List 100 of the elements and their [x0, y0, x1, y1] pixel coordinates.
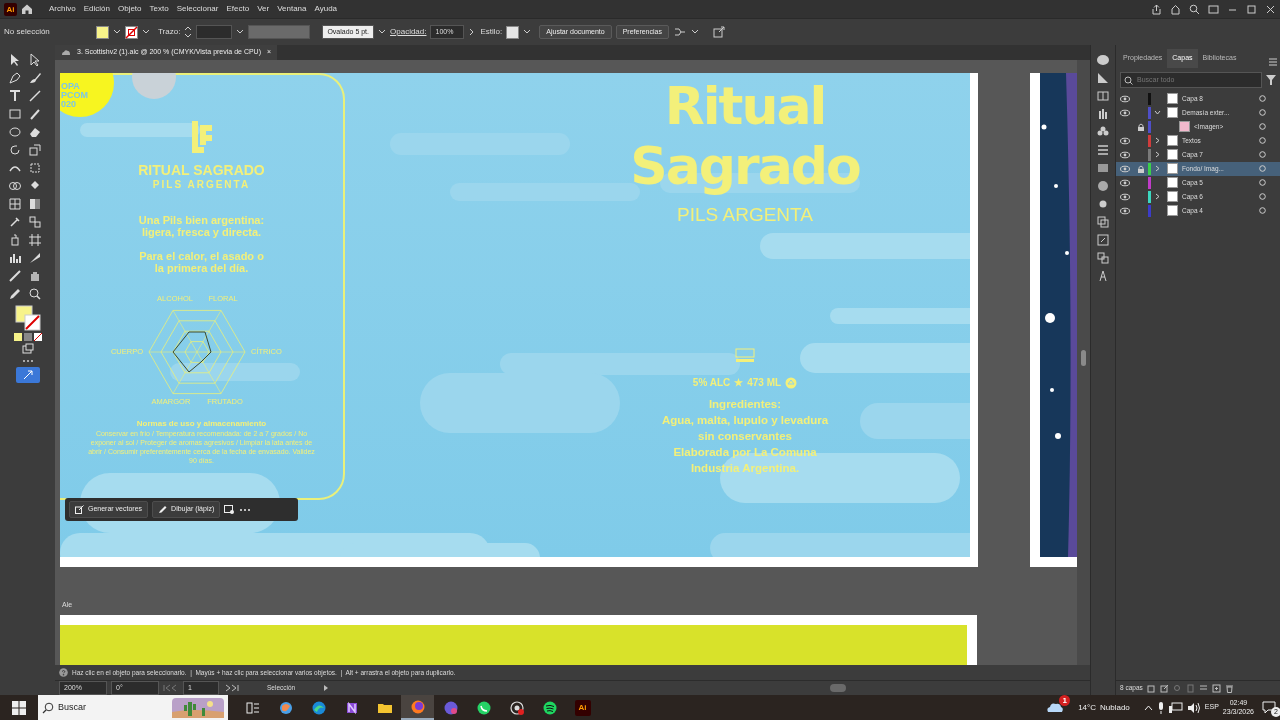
color-mode-icon[interactable]: [13, 333, 22, 341]
eye-icon[interactable]: [1120, 94, 1130, 103]
eye-icon[interactable]: [1120, 192, 1130, 201]
hollow-arrow-icon[interactable]: [27, 53, 42, 67]
eye-icon[interactable]: [1120, 150, 1130, 159]
eye-icon[interactable]: [1120, 206, 1130, 215]
caret-icon[interactable]: [523, 28, 532, 36]
share-icon[interactable]: [1151, 3, 1162, 15]
new-layer-icon[interactable]: [1211, 683, 1221, 693]
workspace-icon[interactable]: [1208, 3, 1219, 15]
link-icon[interactable]: [1096, 233, 1110, 247]
menu-item[interactable]: Edición: [79, 3, 114, 15]
pencil-icon[interactable]: [7, 287, 22, 301]
eraser-icon[interactable]: [27, 125, 42, 139]
menu-item[interactable]: Ventana: [273, 3, 311, 15]
rectangle-icon[interactable]: [7, 107, 22, 121]
blend-icon[interactable]: [27, 215, 42, 229]
shape-icon[interactable]: [1170, 3, 1181, 15]
brush-icon[interactable]: [27, 71, 42, 85]
menu-item[interactable]: Archivo: [45, 3, 80, 15]
fill-stroke-swatch[interactable]: [14, 305, 41, 331]
more-icon[interactable]: [20, 359, 35, 363]
caret-icon[interactable]: [690, 28, 699, 36]
maximize-icon[interactable]: [1246, 3, 1257, 15]
stroke-field[interactable]: [196, 25, 233, 39]
chart-icon[interactable]: [7, 251, 22, 265]
lock-icon[interactable]: [1137, 164, 1145, 173]
stroke-swatch[interactable]: [125, 25, 138, 39]
text-icon[interactable]: [7, 89, 22, 103]
artboard-icon[interactable]: [27, 233, 42, 247]
horizontal-scroll-thumb[interactable]: [830, 684, 846, 692]
caret-icon[interactable]: [142, 28, 150, 36]
search-icon[interactable]: [1189, 3, 1200, 15]
menu-item[interactable]: Ayuda: [310, 3, 342, 15]
notification-icon[interactable]: [1262, 701, 1276, 714]
taskbar-search-field[interactable]: Buscar: [38, 695, 228, 720]
more-icon[interactable]: [239, 507, 252, 512]
gradient-swatch-icon[interactable]: [1096, 161, 1110, 175]
speaker-icon[interactable]: [1186, 701, 1201, 714]
trash-icon[interactable]: [1224, 683, 1234, 693]
variable-width-field[interactable]: [248, 25, 311, 39]
none-mode-icon[interactable]: [33, 333, 42, 341]
lines-icon[interactable]: [1096, 143, 1110, 157]
palette-icon[interactable]: [1096, 53, 1110, 67]
menu-item[interactable]: Efecto: [222, 3, 254, 15]
align-icon[interactable]: [672, 26, 687, 38]
collect-icon[interactable]: [1146, 683, 1156, 693]
menu-item[interactable]: Texto: [145, 3, 173, 15]
export-icon[interactable]: [712, 26, 725, 38]
caret-icon[interactable]: [113, 28, 121, 36]
fill-swatch[interactable]: [96, 25, 109, 39]
zoom-icon[interactable]: [27, 287, 42, 301]
sphere-icon[interactable]: [1096, 179, 1110, 193]
knife-icon[interactable]: [7, 269, 22, 283]
draw-mode-icon[interactable]: [21, 343, 34, 355]
caret-icon[interactable]: [236, 28, 245, 36]
scrollbar-thumb[interactable]: [1081, 350, 1086, 366]
network-icon[interactable]: [1168, 701, 1183, 714]
lock-icon[interactable]: [1137, 122, 1145, 131]
blob-icon[interactable]: [7, 125, 22, 139]
paintbrush-icon[interactable]: [27, 107, 42, 121]
close-icon[interactable]: [1265, 3, 1276, 15]
layers-icon[interactable]: [1096, 215, 1110, 229]
eye-icon[interactable]: [1120, 178, 1130, 187]
style-swatch[interactable]: [506, 25, 520, 39]
scale-icon[interactable]: [27, 143, 42, 157]
gradient-icon[interactable]: [1096, 71, 1110, 85]
menu-item[interactable]: Seleccionar: [172, 3, 223, 15]
filter-icon[interactable]: [1266, 74, 1276, 85]
eye-icon[interactable]: [1120, 136, 1130, 145]
menu-item[interactable]: Objeto: [113, 3, 146, 15]
pen-icon[interactable]: [7, 71, 22, 85]
rotate-icon[interactable]: [7, 143, 22, 157]
new-sublayer-icon[interactable]: [1198, 683, 1208, 693]
builder-icon[interactable]: [7, 179, 22, 193]
gradient-icon[interactable]: [27, 197, 42, 211]
microphone-icon[interactable]: [1156, 701, 1165, 714]
play-icon[interactable]: [323, 684, 330, 692]
spinner-icon[interactable]: [184, 26, 193, 38]
clip-icon[interactable]: [1185, 683, 1195, 693]
brushes-icon[interactable]: [1096, 107, 1110, 121]
artboards-icon[interactable]: [1096, 251, 1110, 265]
caret-icon[interactable]: [378, 28, 386, 36]
swatches-icon[interactable]: [1096, 89, 1110, 103]
export-icon[interactable]: [1159, 683, 1169, 693]
transform-icon[interactable]: [27, 161, 42, 175]
menu-item[interactable]: Ver: [253, 3, 274, 15]
menu-icon[interactable]: [1268, 57, 1278, 66]
mesh-icon[interactable]: [7, 197, 22, 211]
taskbar-app[interactable]: Ai: [566, 695, 599, 720]
line-icon[interactable]: [27, 89, 42, 103]
chevron-icon[interactable]: [1143, 704, 1153, 711]
last-page-icon[interactable]: [223, 684, 239, 692]
eye-icon[interactable]: [1120, 164, 1130, 173]
glyph-icon[interactable]: [1096, 269, 1110, 283]
generative-icon[interactable]: [15, 367, 40, 383]
start-icon[interactable]: [12, 700, 26, 715]
eye-icon[interactable]: [1120, 108, 1130, 117]
image-icon[interactable]: [224, 505, 236, 514]
home-icon[interactable]: [21, 3, 33, 15]
